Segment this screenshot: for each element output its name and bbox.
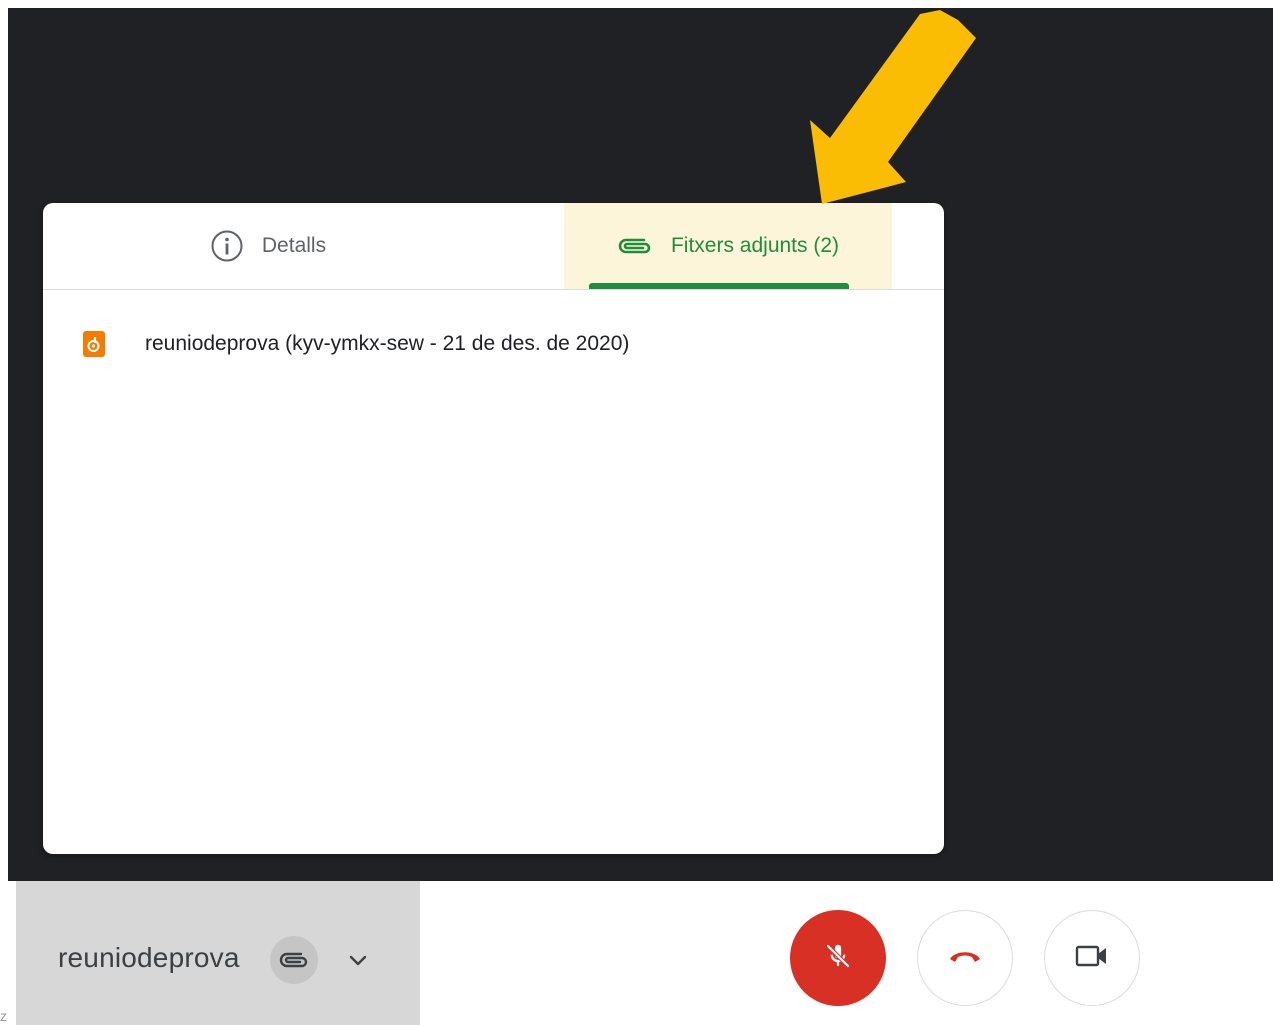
tab-details-label: Detalls bbox=[261, 234, 327, 257]
phone-hangup-icon bbox=[947, 946, 983, 971]
tab-divider bbox=[43, 289, 944, 290]
paperclip-icon bbox=[617, 235, 653, 257]
callout-arrow-icon bbox=[810, 10, 976, 204]
paperclip-icon[interactable] bbox=[270, 936, 318, 984]
meet-recording-file-icon bbox=[83, 331, 105, 357]
meet-screen: reuniodeprova z Detalls Fitxers adjunts … bbox=[0, 0, 1273, 1025]
camera-toggle-button[interactable] bbox=[1044, 910, 1140, 1006]
mic-off-icon bbox=[823, 941, 853, 976]
hangup-button[interactable] bbox=[917, 910, 1013, 1006]
videocam-icon bbox=[1074, 943, 1110, 974]
meeting-details-panel: Detalls Fitxers adjunts (2) reuniodeprov… bbox=[43, 203, 944, 854]
tab-attachments[interactable]: Fitxers adjunts (2) bbox=[564, 203, 892, 289]
left-edge bbox=[0, 0, 8, 1025]
tab-attachments-label: Fitxers adjunts (2) bbox=[670, 234, 840, 257]
mic-toggle-button[interactable] bbox=[790, 910, 886, 1006]
chevron-down-icon[interactable] bbox=[338, 940, 378, 980]
tab-details[interactable]: Detalls bbox=[43, 203, 493, 289]
edge-glyph: z bbox=[0, 1008, 7, 1024]
meeting-name: reuniodeprova bbox=[58, 942, 240, 973]
attachment-name: reuniodeprova (kyv-ymkx-sew - 21 de des.… bbox=[145, 332, 630, 355]
info-icon bbox=[210, 229, 244, 263]
attachment-item[interactable]: reuniodeprova (kyv-ymkx-sew - 21 de des.… bbox=[83, 328, 629, 360]
